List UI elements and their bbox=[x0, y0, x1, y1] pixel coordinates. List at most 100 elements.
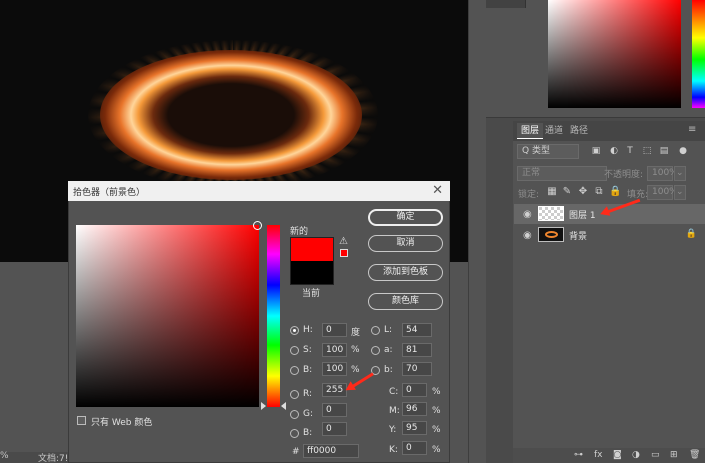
yellow-input[interactable]: 95 bbox=[402, 421, 427, 435]
fill-input[interactable]: 100% bbox=[647, 185, 678, 200]
color-panel-field[interactable] bbox=[548, 0, 681, 108]
magenta-input[interactable]: 96 bbox=[402, 402, 427, 416]
brightness-label: B: bbox=[303, 365, 313, 375]
color-panel-hue-strip[interactable] bbox=[692, 0, 705, 108]
hue-unit: 度 bbox=[351, 328, 361, 338]
green-label: G: bbox=[303, 409, 314, 419]
hue-slider-handle-right[interactable] bbox=[281, 402, 286, 410]
lab-b-input[interactable]: 70 bbox=[402, 362, 432, 376]
magenta-unit: % bbox=[432, 406, 441, 416]
tab-layers[interactable]: 图层 bbox=[517, 123, 544, 139]
filter-adjustment-icon[interactable]: ◐ bbox=[609, 146, 619, 156]
lock-position-icon[interactable]: ✥ bbox=[577, 186, 589, 198]
lock-artboard-icon[interactable]: ⧉ bbox=[593, 186, 605, 198]
tab-channels[interactable]: 通道 bbox=[541, 123, 567, 139]
blue-label: B: bbox=[303, 428, 313, 438]
filter-toggle-icon[interactable]: ● bbox=[678, 146, 688, 156]
current-color-swatch[interactable] bbox=[290, 261, 334, 285]
opacity-dropdown-icon[interactable]: ⌄ bbox=[674, 166, 686, 181]
new-layer-icon[interactable]: ⊞ bbox=[670, 450, 678, 460]
black-input[interactable]: 0 bbox=[402, 441, 427, 455]
red-label: R: bbox=[303, 389, 313, 399]
color-field-marker[interactable] bbox=[253, 221, 262, 230]
color-libraries-button[interactable]: 颜色库 bbox=[368, 293, 443, 310]
green-input[interactable]: 0 bbox=[322, 403, 347, 417]
layer-style-icon[interactable]: fx bbox=[594, 450, 603, 460]
brightness-input[interactable]: 100 bbox=[322, 362, 347, 376]
delete-layer-icon[interactable]: 🗑 bbox=[689, 450, 700, 460]
hue-radio[interactable] bbox=[290, 326, 299, 335]
filter-type-icon[interactable]: T bbox=[625, 146, 635, 156]
dialog-title: 拾色器（前景色） bbox=[73, 188, 146, 198]
layer-name: 图层 1 bbox=[569, 211, 596, 221]
layer-lock-icon[interactable]: 🔒 bbox=[686, 229, 697, 239]
hue-input[interactable]: 0 bbox=[322, 323, 347, 337]
lightness-input[interactable]: 54 bbox=[402, 323, 432, 337]
hue-label: H: bbox=[303, 325, 313, 335]
fire-ring-image bbox=[100, 50, 362, 180]
status-bar: % 文档:7! bbox=[0, 451, 70, 463]
saturation-radio[interactable] bbox=[290, 346, 299, 355]
lab-a-radio[interactable] bbox=[371, 346, 380, 355]
blue-input[interactable]: 0 bbox=[322, 422, 347, 436]
lab-a-label: a: bbox=[384, 345, 393, 355]
panel-menu-icon[interactable]: ≡ bbox=[688, 124, 696, 135]
yellow-label: Y: bbox=[389, 425, 397, 435]
tab-paths[interactable]: 路径 bbox=[566, 123, 592, 139]
status-doc-info: 文档:7! bbox=[38, 454, 69, 463]
saturation-input[interactable]: 100 bbox=[322, 343, 347, 357]
new-group-icon[interactable]: ▭ bbox=[651, 450, 660, 460]
new-color-swatch bbox=[290, 237, 334, 261]
eye-icon[interactable]: ◉ bbox=[523, 230, 532, 241]
lock-transparent-icon[interactable]: ▦ bbox=[546, 186, 558, 198]
lock-brush-icon[interactable]: ✎ bbox=[561, 186, 573, 198]
cyan-input[interactable]: 0 bbox=[402, 383, 427, 397]
magenta-label: M: bbox=[389, 406, 400, 416]
close-icon[interactable]: ✕ bbox=[432, 183, 443, 198]
black-label: K: bbox=[389, 445, 398, 455]
blue-radio[interactable] bbox=[290, 429, 299, 438]
hue-slider[interactable] bbox=[267, 225, 280, 407]
green-radio[interactable] bbox=[290, 410, 299, 419]
hex-label: # bbox=[292, 447, 300, 457]
hue-slider-handle-left[interactable] bbox=[261, 402, 266, 410]
saturation-brightness-field[interactable] bbox=[76, 225, 259, 407]
link-layers-icon[interactable]: ⊶ bbox=[574, 450, 583, 460]
add-to-swatches-button[interactable]: 添加到色板 bbox=[368, 264, 443, 281]
color-panel-tab[interactable] bbox=[486, 0, 526, 8]
cyan-label: C: bbox=[389, 387, 399, 397]
filter-shape-icon[interactable]: ⬚ bbox=[642, 146, 652, 156]
black-unit: % bbox=[432, 445, 441, 455]
red-radio[interactable] bbox=[290, 390, 299, 399]
only-web-colors-checkbox[interactable] bbox=[77, 416, 86, 425]
filter-smart-object-icon[interactable]: ▤ bbox=[659, 146, 669, 156]
add-mask-icon[interactable]: ◙ bbox=[613, 450, 622, 460]
layer-thumbnail bbox=[538, 227, 564, 242]
fill-dropdown-icon[interactable]: ⌄ bbox=[674, 185, 686, 200]
ok-button[interactable]: 确定 bbox=[368, 209, 443, 226]
layer-row-background[interactable]: ◉ 背景 🔒 bbox=[514, 225, 705, 245]
brightness-radio[interactable] bbox=[290, 366, 299, 375]
cancel-button[interactable]: 取消 bbox=[368, 235, 443, 252]
brightness-unit: % bbox=[351, 365, 360, 375]
hex-input[interactable]: ff0000 bbox=[303, 444, 359, 458]
blend-mode-dropdown[interactable]: 正常 bbox=[517, 166, 607, 181]
filter-pixel-icon[interactable]: ▣ bbox=[591, 146, 601, 156]
lightness-radio[interactable] bbox=[371, 326, 380, 335]
new-color-label: 新的 bbox=[290, 227, 309, 237]
panel-divider[interactable] bbox=[468, 0, 486, 463]
gamut-warning-swatch[interactable] bbox=[340, 249, 348, 257]
adjustment-layer-icon[interactable]: ◑ bbox=[632, 450, 640, 460]
gamut-warning-icon[interactable]: ⚠ bbox=[339, 236, 348, 247]
layer-filter-dropdown[interactable]: Q 类型 bbox=[517, 144, 579, 159]
layer-name: 背景 bbox=[569, 232, 588, 242]
eye-icon[interactable]: ◉ bbox=[523, 209, 532, 220]
lab-a-input[interactable]: 81 bbox=[402, 343, 432, 357]
cyan-unit: % bbox=[432, 387, 441, 397]
only-web-colors-label: 只有 Web 颜色 bbox=[91, 418, 153, 428]
lab-b-label: b: bbox=[384, 365, 393, 375]
opacity-input[interactable]: 100% bbox=[647, 166, 678, 181]
lightness-label: L: bbox=[384, 325, 393, 335]
lock-all-icon[interactable]: 🔒 bbox=[609, 186, 621, 198]
dialog-titlebar[interactable]: 拾色器（前景色） ✕ bbox=[68, 181, 450, 201]
